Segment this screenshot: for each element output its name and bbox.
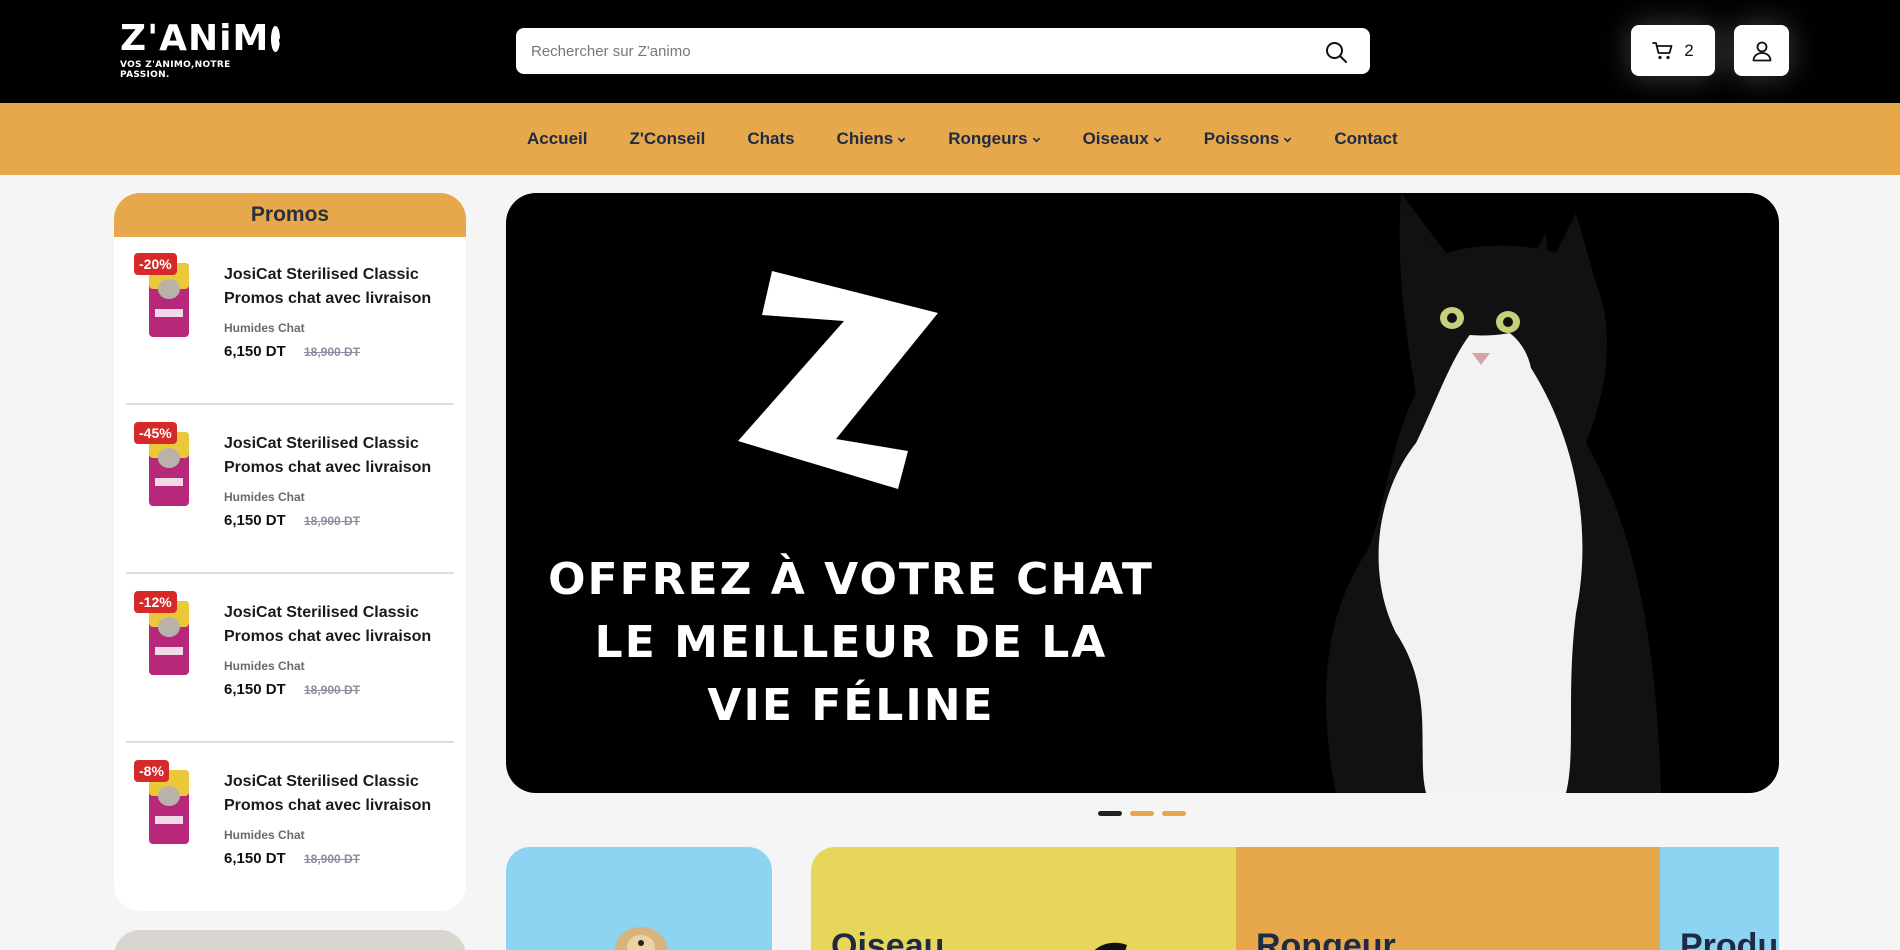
promo-item[interactable]: -8% JosiCat Sterilised Classic Promos ch… — [126, 744, 454, 911]
paw-icon — [271, 26, 289, 52]
nav-item-zconseil[interactable]: Z'Conseil — [629, 129, 705, 149]
product-price: 6,150 DT — [224, 512, 286, 529]
nav-item-accueil[interactable]: Accueil — [527, 129, 587, 149]
product-price: 6,150 DT — [224, 343, 286, 360]
product-title[interactable]: JosiCat Sterilised Classic Promos chat a… — [224, 601, 444, 649]
dog-image — [615, 927, 667, 950]
nav-item-oiseaux[interactable]: Oiseaux — [1083, 129, 1162, 149]
cart-count: 2 — [1684, 40, 1694, 60]
divider — [126, 403, 454, 405]
bird-image — [1095, 942, 1127, 950]
carousel-dot-1[interactable] — [1098, 811, 1122, 816]
discount-badge: -12% — [134, 591, 177, 613]
cat-image — [1326, 193, 1661, 793]
product-old-price: 18,900 DT — [304, 852, 361, 866]
nav-item-rongeurs[interactable]: Rongeurs — [948, 129, 1040, 149]
account-button[interactable] — [1734, 25, 1789, 76]
discount-badge: -45% — [134, 422, 177, 444]
category-label: Rongeur — [1256, 927, 1396, 950]
category-tile-bird[interactable]: Oiseau — [811, 847, 1236, 950]
category-label: Produi — [1680, 927, 1779, 950]
category-tile-products[interactable]: Produi — [1660, 847, 1779, 950]
promos-title: Promos — [114, 193, 466, 237]
search-icon[interactable] — [1324, 40, 1348, 64]
hero-headline: Offrez à votre chat le meilleur de la vi… — [548, 554, 1154, 731]
promo-item[interactable]: -12% JosiCat Sterilised Classic Promos c… — [126, 575, 454, 743]
top-header: Z'ANiM VOS Z'ANIMO,NOTRE PASSION. 2 — [0, 0, 1900, 103]
carousel-dot-2[interactable] — [1130, 811, 1154, 816]
nav-item-chats[interactable]: Chats — [747, 129, 794, 149]
secondary-panel — [114, 930, 466, 950]
discount-badge: -8% — [134, 760, 169, 782]
category-label: Oiseau — [831, 927, 945, 950]
nav-item-poissons[interactable]: Poissons — [1204, 129, 1293, 149]
site-logo[interactable]: Z'ANiM VOS Z'ANIMO,NOTRE PASSION. — [120, 18, 289, 80]
chevron-down-icon — [1153, 137, 1161, 142]
category-tile-rodent[interactable]: Rongeur — [1236, 847, 1660, 950]
product-category: Humides Chat — [224, 321, 305, 335]
product-old-price: 18,900 DT — [304, 683, 361, 697]
nav-item-chiens[interactable]: Chiens — [837, 129, 907, 149]
z-logo-icon — [738, 271, 938, 489]
promos-panel: Promos -20% JosiCat Sterilised Classic P… — [114, 193, 466, 911]
product-price: 6,150 DT — [224, 681, 286, 698]
user-icon — [1752, 41, 1771, 61]
category-tile-dog[interactable] — [506, 847, 772, 950]
product-category: Humides Chat — [224, 490, 305, 504]
search-input[interactable] — [531, 36, 1291, 66]
product-old-price: 18,900 DT — [304, 345, 361, 359]
chevron-down-icon — [1032, 137, 1040, 142]
product-price: 6,150 DT — [224, 850, 286, 867]
nav-list: Accueil Z'Conseil Chats Chiens Rongeurs … — [527, 103, 1440, 175]
product-old-price: 18,900 DT — [304, 514, 361, 528]
product-category: Humides Chat — [224, 828, 305, 842]
discount-badge: -20% — [134, 253, 177, 275]
promo-item[interactable]: -20% JosiCat Sterilised Classic Promos c… — [126, 237, 454, 405]
product-title[interactable]: JosiCat Sterilised Classic Promos chat a… — [224, 432, 444, 480]
cart-button[interactable]: 2 — [1631, 25, 1715, 76]
carousel-dot-3[interactable] — [1162, 811, 1186, 816]
search-bar — [516, 28, 1370, 74]
logo-wordmark: Z'ANiM — [120, 18, 270, 59]
hero-banner[interactable]: Offrez à votre chat le meilleur de la vi… — [506, 193, 1779, 793]
divider — [126, 572, 454, 574]
main-nav: Accueil Z'Conseil Chats Chiens Rongeurs … — [0, 103, 1900, 175]
logo-tagline: VOS Z'ANIMO,NOTRE PASSION. — [120, 60, 231, 80]
promo-item[interactable]: -45% JosiCat Sterilised Classic Promos c… — [126, 406, 454, 574]
product-category: Humides Chat — [224, 659, 305, 673]
carousel-dots — [1098, 811, 1186, 816]
divider — [126, 741, 454, 743]
chevron-down-icon — [898, 137, 906, 142]
chevron-down-icon — [1284, 137, 1292, 142]
nav-item-contact[interactable]: Contact — [1334, 129, 1397, 149]
product-title[interactable]: JosiCat Sterilised Classic Promos chat a… — [224, 263, 444, 311]
product-title[interactable]: JosiCat Sterilised Classic Promos chat a… — [224, 770, 444, 818]
cart-icon — [1652, 41, 1673, 59]
